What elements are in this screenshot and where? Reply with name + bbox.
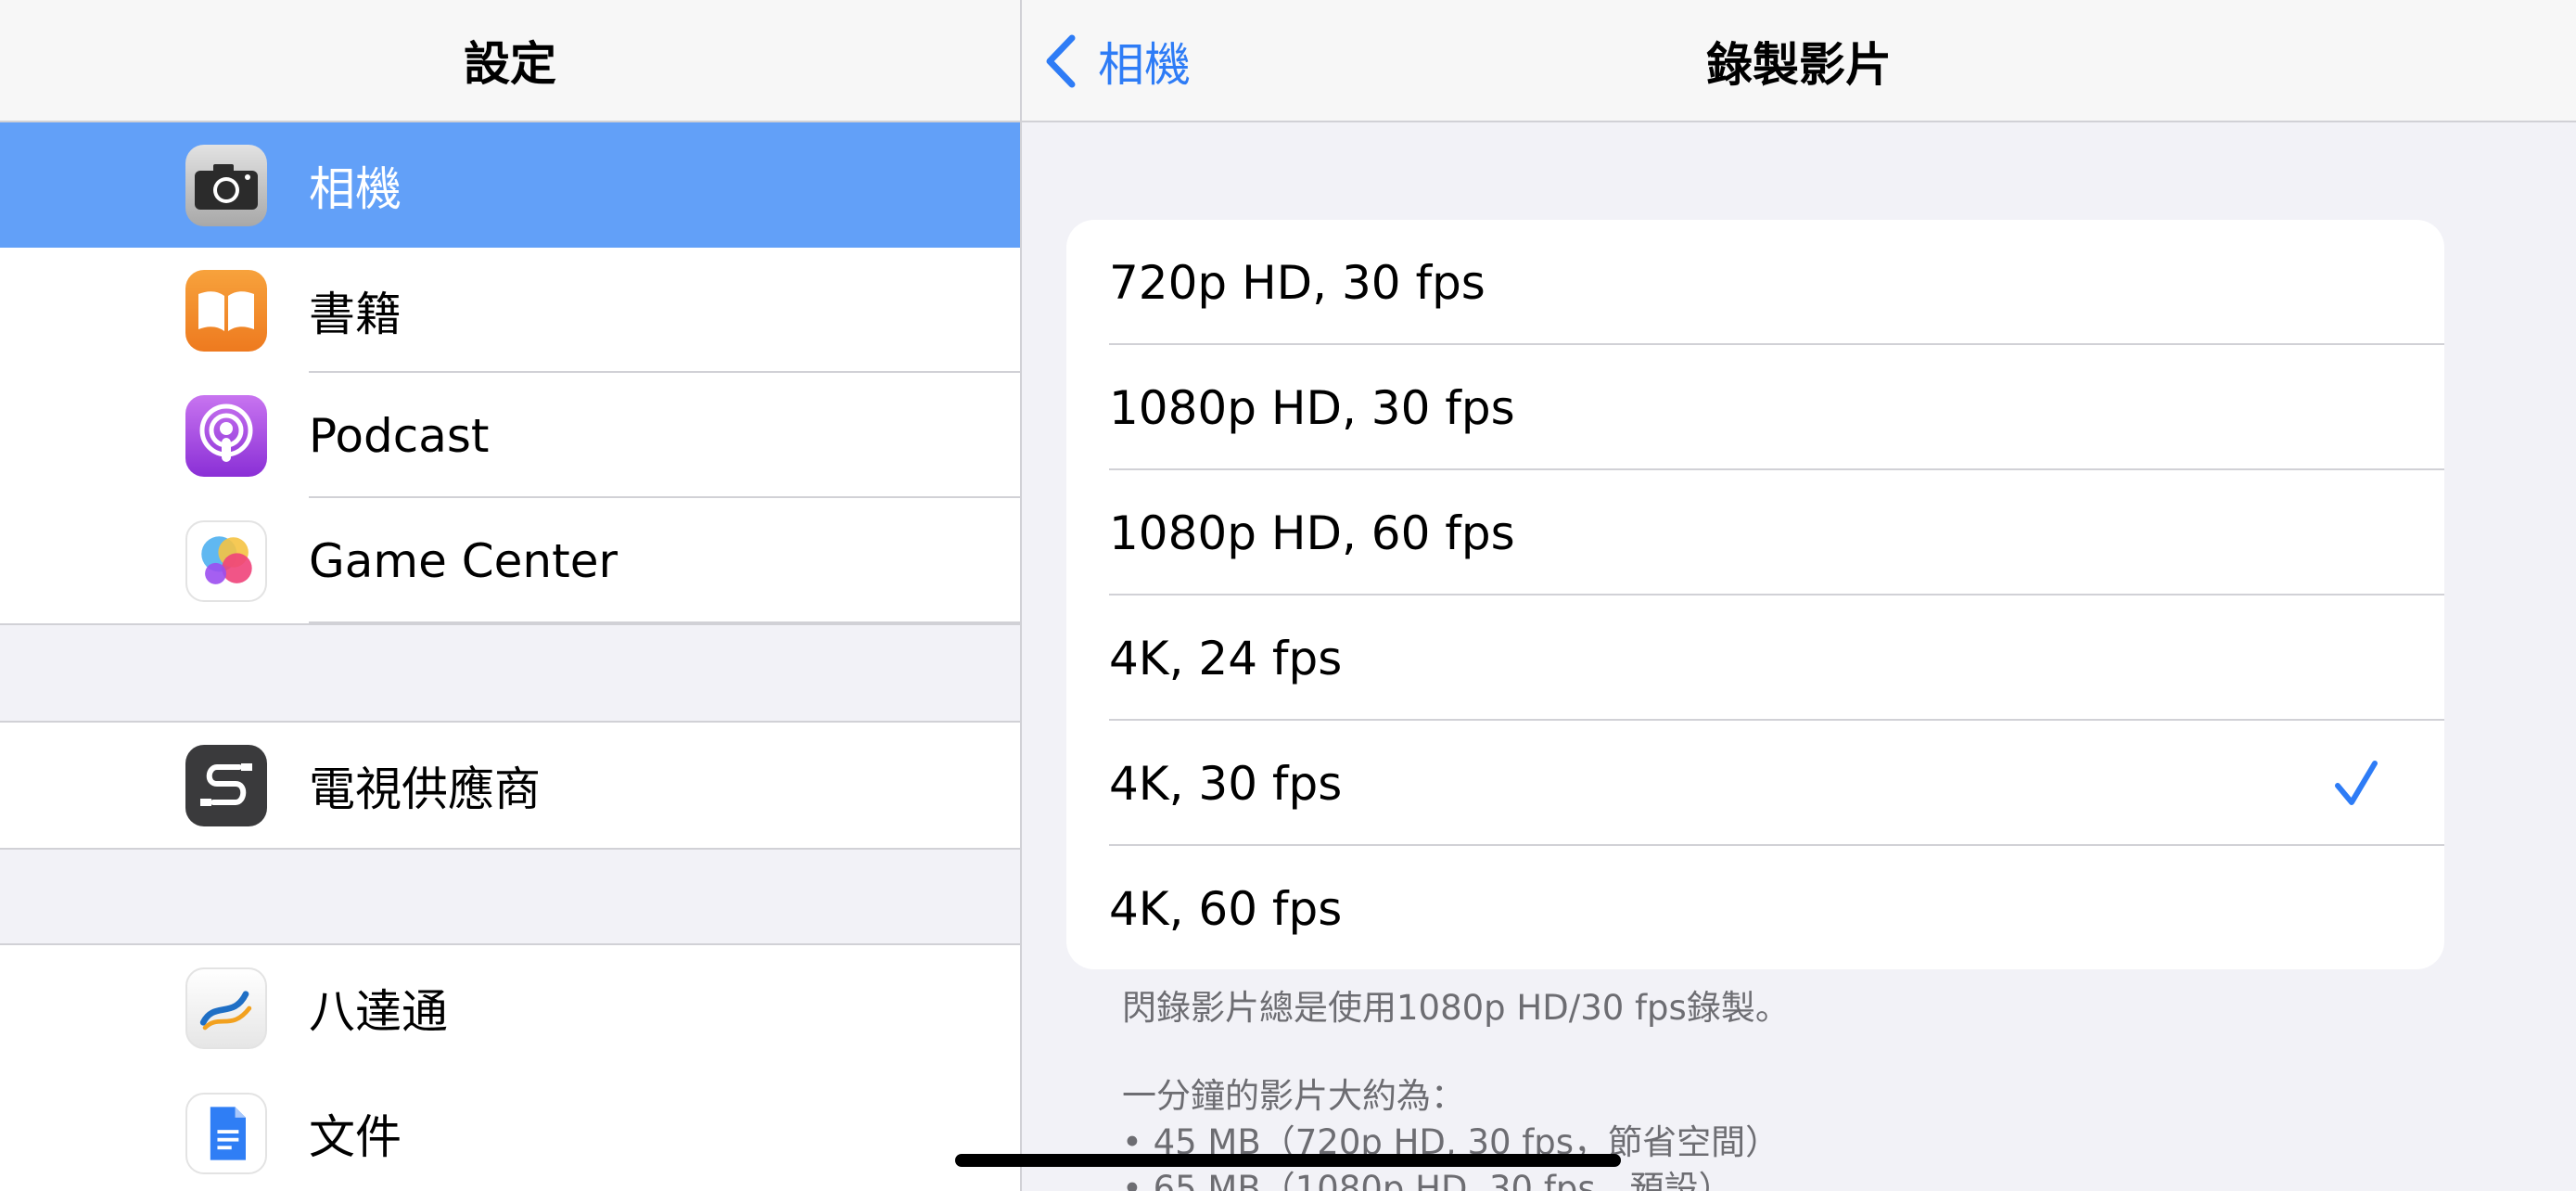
game-center-icon (185, 520, 267, 602)
video-format-options: 720p HD, 30 fps 1080p HD, 30 fps 1080p H… (1066, 220, 2444, 969)
sidebar-group-third-party-apps: 八達通 文件 (0, 943, 1020, 1191)
back-button-label: 相機 (1098, 38, 1191, 92)
sidebar-group-tv-provider: 電視供應商 (0, 721, 1020, 850)
sidebar-item-label: 相機 (309, 161, 402, 216)
record-video-pane: 相機 錄製影片 720p HD, 30 fps 1080p HD, 30 fps… (1022, 0, 2576, 1191)
sidebar-item-label: 書籍 (309, 287, 402, 341)
sidebar-item-octopus[interactable]: 八達通 (0, 945, 1020, 1070)
sidebar-item-label: 八達通 (309, 984, 448, 1039)
home-indicator[interactable] (955, 1154, 1621, 1167)
sidebar-header: 設定 (0, 0, 1020, 122)
sidebar-item-label: 文件 (309, 1109, 402, 1164)
sidebar-item-label: Game Center (309, 533, 618, 588)
sidebar-item-label: Podcast (309, 408, 490, 463)
sidebar-item-camera[interactable]: 相機 (0, 122, 1020, 248)
option-4k-24fps[interactable]: 4K, 24 fps (1066, 596, 2444, 721)
option-4k-60fps[interactable]: 4K, 60 fps (1066, 846, 2444, 969)
option-label: 4K, 60 fps (1109, 881, 1343, 936)
octopus-icon (185, 967, 267, 1049)
detail-nav-bar: 相機 錄製影片 (1022, 0, 2576, 122)
sidebar-item-game-center[interactable]: Game Center (0, 498, 1020, 623)
books-icon (185, 270, 267, 352)
sidebar-item-label: 電視供應商 (309, 762, 541, 816)
settings-sidebar: 設定 相機 書籍 Podcast Game Center 電視供應商 八達通 文… (0, 0, 1020, 1191)
back-button[interactable]: 相機 (1042, 28, 1191, 95)
tv-provider-icon (185, 745, 267, 826)
sidebar-group-apple-apps: 相機 書籍 Podcast Game Center (0, 122, 1020, 625)
sidebar-item-books[interactable]: 書籍 (0, 248, 1020, 373)
option-720p-30fps[interactable]: 720p HD, 30 fps (1066, 220, 2444, 345)
camera-icon (185, 145, 267, 226)
size-heading: 一分鐘的影片大約為： (1122, 1076, 1465, 1116)
option-1080p-30fps[interactable]: 1080p HD, 30 fps (1066, 345, 2444, 470)
option-1080p-60fps[interactable]: 1080p HD, 60 fps (1066, 470, 2444, 596)
size-line: • 65 MB（1080p HD, 30 fps，預設） (1122, 1169, 1733, 1191)
checkmark-icon (2335, 761, 2378, 805)
option-label: 1080p HD, 60 fps (1109, 506, 1515, 560)
page-title: 錄製影片 (1706, 38, 1892, 92)
chevron-left-icon (1046, 34, 1076, 88)
docs-icon (185, 1093, 267, 1174)
sidebar-title: 設定 (464, 37, 556, 91)
sidebar-item-podcast[interactable]: Podcast (0, 373, 1020, 498)
option-label: 4K, 24 fps (1109, 631, 1343, 685)
option-4k-30fps[interactable]: 4K, 30 fps (1066, 721, 2444, 846)
option-label: 1080p HD, 30 fps (1109, 380, 1515, 435)
row-separator (309, 621, 1020, 623)
option-label: 720p HD, 30 fps (1109, 255, 1486, 310)
option-label: 4K, 30 fps (1109, 756, 1343, 811)
sidebar-item-docs[interactable]: 文件 (0, 1070, 1020, 1191)
sidebar-item-tv-provider[interactable]: 電視供應商 (0, 723, 1020, 848)
podcast-icon (185, 395, 267, 477)
slo-mo-note: 閃錄影片總是使用1080p HD/30 fps錄製。 (1122, 988, 1790, 1028)
